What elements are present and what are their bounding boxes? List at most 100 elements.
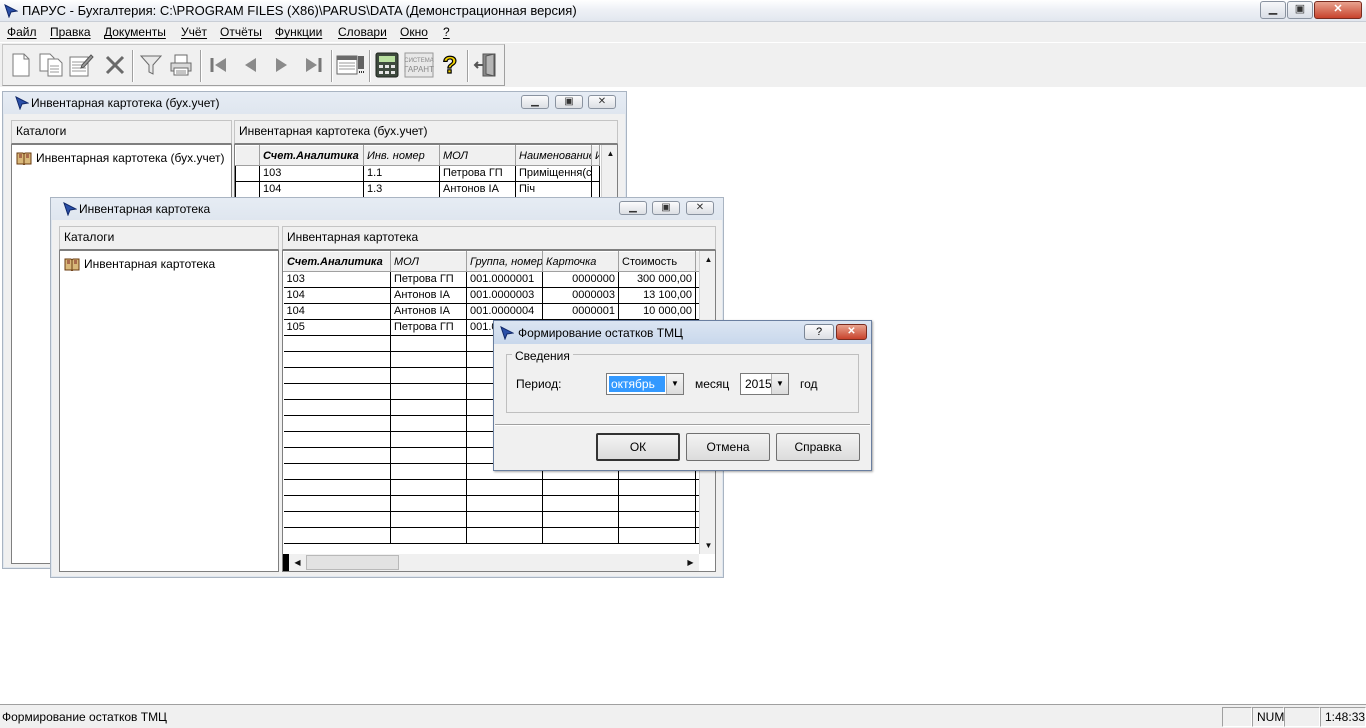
table-cell[interactable]	[390, 463, 467, 480]
table-cell[interactable]	[618, 511, 696, 528]
table-cell[interactable]	[390, 447, 467, 464]
table-cell[interactable]	[390, 399, 467, 416]
table-cell[interactable]: Антонов ІА	[390, 287, 467, 304]
table-cell[interactable]	[390, 351, 467, 368]
new-document-icon[interactable]	[6, 50, 36, 80]
table-cell[interactable]	[283, 335, 391, 352]
first-record-icon[interactable]	[204, 50, 234, 80]
chevron-down-icon[interactable]: ▼	[666, 374, 683, 394]
table-cell[interactable]: 103	[283, 271, 391, 288]
copy-document-icon[interactable]	[36, 50, 66, 80]
table-cell[interactable]	[542, 511, 619, 528]
table-cell[interactable]	[283, 527, 391, 544]
table-cell[interactable]	[390, 383, 467, 400]
cancel-button[interactable]: Отмена	[686, 433, 770, 461]
table-cell[interactable]: Антонов ІА	[390, 303, 467, 320]
ok-button[interactable]: ОК	[596, 433, 680, 461]
table-cell[interactable]	[283, 351, 391, 368]
help-button[interactable]: Справка	[776, 433, 860, 461]
table-cell[interactable]	[466, 527, 543, 544]
table-cell[interactable]	[390, 495, 467, 512]
table-cell[interactable]: Петрова ГП	[439, 165, 516, 182]
horizontal-scrollbar[interactable]: ◀ ▶	[283, 554, 699, 571]
table-cell[interactable]	[283, 431, 391, 448]
table-cell[interactable]: 001.0000001	[466, 271, 543, 288]
exit-icon[interactable]	[471, 50, 501, 80]
scroll-down-icon[interactable]: ▼	[700, 537, 715, 554]
menu-window[interactable]: Окно	[400, 25, 428, 39]
column-header[interactable]: И	[591, 145, 600, 166]
next-record-icon[interactable]	[266, 50, 296, 80]
table-cell[interactable]	[283, 367, 391, 384]
table-row[interactable]: 103 1.1 Петрова ГП Приміщення(с	[235, 165, 600, 182]
table-cell[interactable]: 10 000,00	[618, 303, 696, 320]
scroll-left-icon[interactable]: ◀	[289, 554, 306, 571]
table-cell[interactable]: 13 100,00	[618, 287, 696, 304]
table-cell[interactable]: 105	[283, 319, 391, 336]
table-cell[interactable]: 001.0000004	[466, 303, 543, 320]
menu-edit[interactable]: Правка	[50, 25, 91, 39]
table-cell[interactable]	[542, 479, 619, 496]
table-cell[interactable]	[283, 511, 391, 528]
table-cell[interactable]	[466, 479, 543, 496]
column-header[interactable]: Счет.Аналитика	[283, 251, 391, 272]
table-cell[interactable]: 104	[283, 287, 391, 304]
table-cell[interactable]: 104	[283, 303, 391, 320]
table-cell[interactable]: 0000003	[542, 287, 619, 304]
scroll-thumb[interactable]	[306, 555, 399, 570]
table-cell[interactable]	[283, 447, 391, 464]
table-cell[interactable]	[466, 511, 543, 528]
column-header[interactable]: Карточка	[542, 251, 619, 272]
table-cell[interactable]: 300 000,00	[618, 271, 696, 288]
table-cell[interactable]: 0000000	[542, 271, 619, 288]
edit-document-icon[interactable]	[66, 50, 96, 80]
calculator-icon[interactable]	[372, 50, 402, 80]
previous-record-icon[interactable]	[236, 50, 266, 80]
menu-dictionaries[interactable]: Словари	[338, 25, 387, 39]
tree-item-inventory[interactable]: Инвентарная картотека (бух.учет)	[16, 151, 225, 165]
column-header[interactable]: МОЛ	[390, 251, 467, 272]
column-header[interactable]: Инв. номер	[363, 145, 440, 166]
table-cell[interactable]	[390, 527, 467, 544]
delete-icon[interactable]	[100, 50, 130, 80]
table-cell[interactable]: Приміщення(с	[515, 165, 592, 182]
column-header[interactable]: Стоимость	[618, 251, 696, 272]
column-header[interactable]: Группа, номер	[466, 251, 543, 272]
table-cell[interactable]	[390, 367, 467, 384]
table-cell[interactable]: Антонов ІА	[439, 181, 516, 198]
column-header[interactable]: Наименование	[515, 145, 592, 166]
garant-icon[interactable]: СИСТЕМА ГАРАНТ	[403, 50, 435, 80]
menu-reports[interactable]: Отчёты	[220, 25, 262, 39]
table-row[interactable]: 104 1.3 Антонов ІА Піч	[235, 181, 600, 198]
table-cell[interactable]	[618, 479, 696, 496]
maximize-button[interactable]: ▣	[1287, 1, 1313, 19]
close-button[interactable]: ✕	[1314, 1, 1362, 19]
table-cell[interactable]	[283, 383, 391, 400]
table-row[interactable]	[283, 495, 700, 512]
table-cell[interactable]	[618, 495, 696, 512]
table-row[interactable]	[283, 479, 700, 496]
table-cell[interactable]	[591, 181, 600, 198]
table-row[interactable]: 104 Антонов ІА 001.0000003 0000003 13 10…	[283, 287, 700, 304]
table-cell[interactable]	[283, 479, 391, 496]
menu-file[interactable]: Файл	[7, 25, 37, 39]
menu-functions[interactable]: Функции	[275, 25, 322, 39]
actions-icon[interactable]	[335, 50, 365, 80]
minimize-button[interactable]: ▁	[1260, 1, 1286, 19]
print-icon[interactable]	[166, 50, 196, 80]
row-selector[interactable]	[235, 181, 260, 198]
scroll-right-icon[interactable]: ▶	[682, 554, 699, 571]
dialog-close-button[interactable]: ✕	[836, 324, 867, 340]
row-selector[interactable]	[235, 165, 260, 182]
table-cell[interactable]: 103	[259, 165, 364, 182]
table-cell[interactable]	[618, 527, 696, 544]
table-row[interactable]	[283, 511, 700, 528]
table-row[interactable]: 103 Петрова ГП 001.0000001 0000000 300 0…	[283, 271, 700, 288]
mdi-minimize-button[interactable]: ▁	[619, 201, 647, 215]
table-cell[interactable]	[591, 165, 600, 182]
table-cell[interactable]	[283, 463, 391, 480]
mdi-minimize-button[interactable]: ▁	[521, 95, 549, 109]
tree-item-inventory[interactable]: Инвентарная картотека	[64, 257, 215, 271]
table-row[interactable]	[283, 527, 700, 544]
menu-help[interactable]: ?	[443, 25, 450, 39]
